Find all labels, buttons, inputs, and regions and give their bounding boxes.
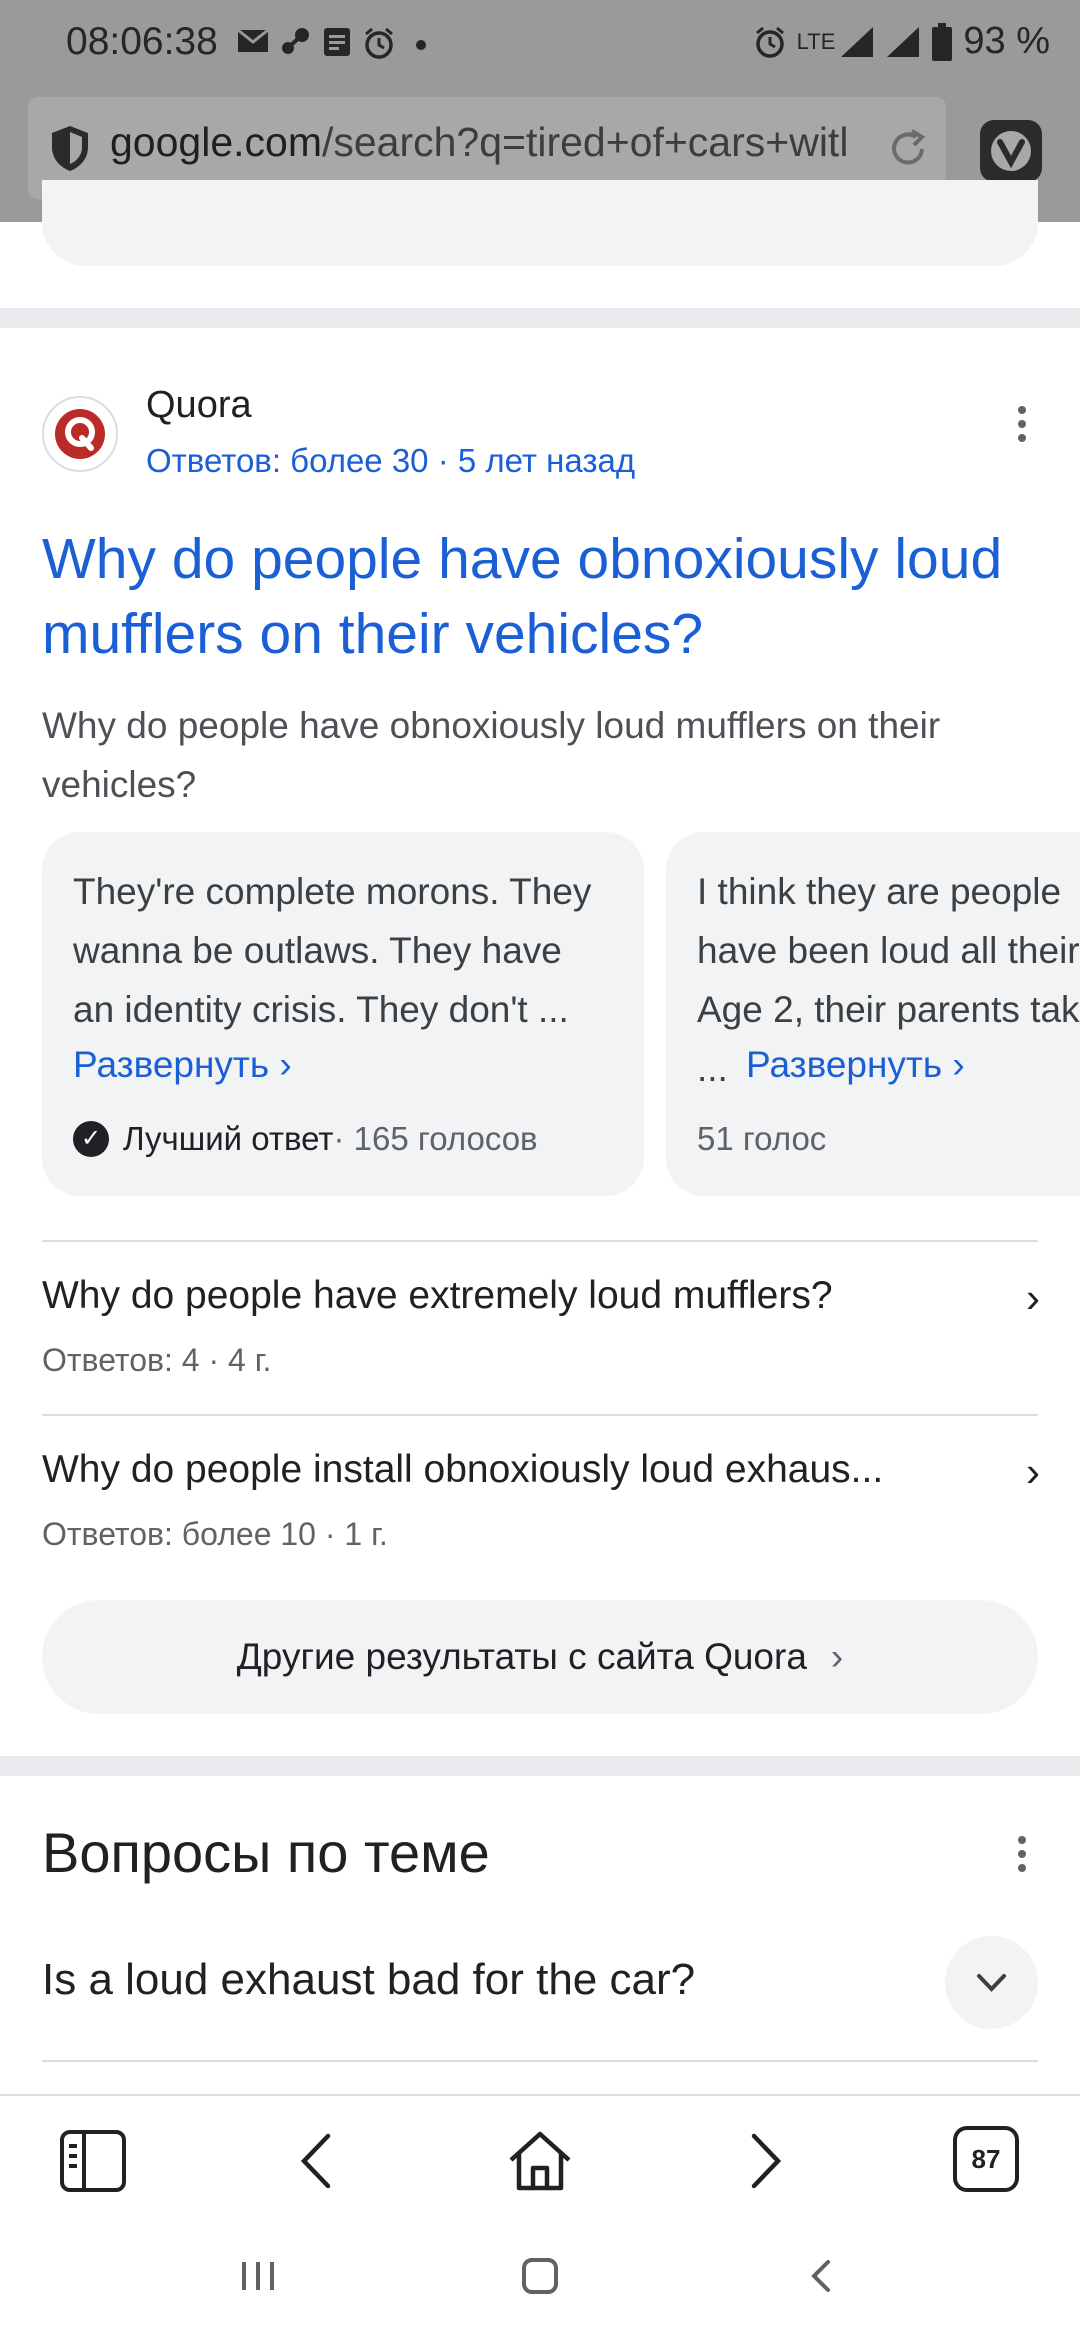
forward-icon[interactable] (728, 2126, 798, 2196)
signal-icon-2 (887, 26, 920, 57)
section-divider (0, 1756, 1080, 1776)
result-meta-link[interactable]: Ответов: более 30 · 5 лет назад (146, 442, 635, 480)
result-source: Quora (146, 384, 252, 426)
mail-icon (237, 28, 269, 52)
related-question-link[interactable]: Why do people have extremely loud muffle… (42, 1274, 833, 1318)
system-nav-bar (0, 2214, 1080, 2340)
divider (42, 1240, 1038, 1242)
quora-q-icon (55, 409, 105, 459)
answer-footer: 51 голос (697, 1120, 826, 1158)
vote-count: · 165 голосов (333, 1120, 538, 1157)
chevron-right-icon[interactable]: › (1026, 1274, 1040, 1322)
chevron-right-icon[interactable]: › (1026, 1448, 1040, 1496)
notes-icon (324, 28, 350, 56)
vivaldi-logo-icon (991, 131, 1031, 171)
back-nav-icon[interactable] (800, 2256, 844, 2296)
paa-question[interactable]: Is a loud exhaust bad for the car? (42, 1955, 695, 2005)
answer-card[interactable]: I think they are people have been loud a… (666, 832, 1080, 1196)
battery-level: 93 % (963, 20, 1050, 62)
url-path: /search?q=tired+of+cars+witl (321, 119, 849, 165)
network-type: LTE (796, 28, 836, 54)
battery-icon (932, 22, 953, 61)
related-question-meta: Ответов: более 10 · 1 г. (42, 1516, 388, 1552)
previous-result-button[interactable] (42, 180, 1038, 266)
home-nav-icon[interactable] (518, 2256, 562, 2296)
more-results-button[interactable]: Другие результаты с сайта Quora › (42, 1600, 1038, 1714)
related-question-meta: Ответов: 4 · 4 г. (42, 1342, 272, 1378)
result-options-icon[interactable] (1018, 406, 1026, 448)
answer-card[interactable]: They're complete morons. They wanna be o… (42, 832, 644, 1196)
section-options-icon[interactable] (1018, 1836, 1026, 1878)
answer-text: They're complete morons. They wanna be o… (73, 862, 591, 1039)
url-text[interactable]: google.com/search?q=tired+of+cars+witl (110, 119, 890, 166)
home-icon[interactable] (505, 2126, 575, 2196)
chevron-down-icon (977, 1974, 1006, 1992)
quora-logo (42, 396, 118, 472)
section-divider (0, 308, 1080, 328)
divider (42, 1414, 1038, 1416)
vivaldi-menu-button[interactable] (980, 120, 1042, 182)
more-results-label: Другие результаты с сайта Quora (236, 1636, 807, 1677)
result-title-link[interactable]: Why do people have obnoxiously loud muff… (42, 522, 1052, 672)
url-domain: google.com (110, 119, 322, 165)
vote-count: 51 голос (697, 1120, 827, 1157)
alarm-icon (755, 26, 784, 58)
answer-body: They're complete morons. They wanna be o… (73, 871, 592, 1030)
divider (42, 2060, 1038, 2062)
result-snippet: Why do people have obnoxiously loud muff… (42, 705, 941, 805)
tabs-counter-button[interactable]: 87 (953, 2126, 1019, 2192)
best-answer-badge: Лучший ответ (123, 1120, 334, 1157)
people-also-ask-title: Вопросы по теме (42, 1821, 490, 1884)
checkmark-icon: ✓ (73, 1121, 109, 1157)
steam-icon (282, 28, 309, 54)
related-question-link[interactable]: Why do people install obnoxiously loud e… (42, 1448, 883, 1492)
panel-icon[interactable] (58, 2126, 128, 2196)
expand-link[interactable]: Развернуть › (746, 1044, 965, 1086)
expand-question-button[interactable] (945, 1936, 1038, 2029)
alarm-icon (365, 27, 393, 59)
answer-footer: ✓ Лучший ответ · 165 голосов (73, 1120, 538, 1158)
more-notifications-dot (416, 40, 426, 50)
expand-link[interactable]: Развернуть › (73, 1044, 292, 1086)
browser-toolbar: 87 (0, 2094, 1080, 2216)
back-icon[interactable] (284, 2126, 354, 2196)
recent-apps-icon[interactable] (236, 2258, 280, 2294)
reload-icon[interactable] (886, 127, 930, 171)
chevron-right-icon: › (830, 1636, 844, 1677)
status-time: 08:06:38 (66, 20, 218, 63)
signal-icon (841, 26, 874, 57)
shield-icon[interactable] (48, 123, 92, 173)
